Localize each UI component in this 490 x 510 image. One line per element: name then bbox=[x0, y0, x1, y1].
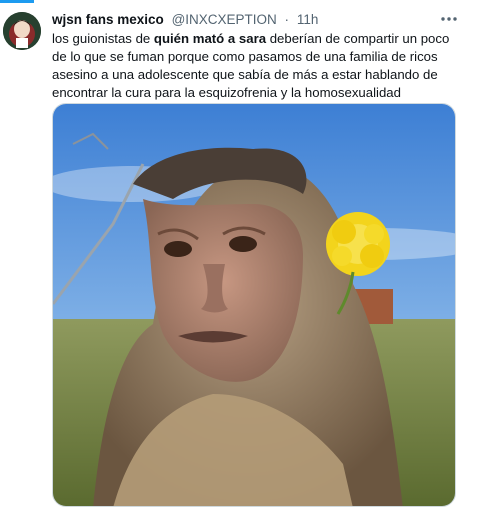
more-options-button[interactable] bbox=[436, 8, 462, 30]
tweet-text: los guionistas de quién mató a sara debe… bbox=[52, 30, 467, 102]
tweet-header: wjsn fans mexico @INXCXEPTION · 11h bbox=[52, 11, 452, 29]
tweet-page: wjsn fans mexico @INXCXEPTION · 11h los … bbox=[0, 0, 490, 510]
top-accent-bar bbox=[0, 0, 34, 3]
author-name[interactable]: wjsn fans mexico bbox=[52, 12, 164, 27]
avatar[interactable] bbox=[3, 12, 41, 50]
tweet-text-bold: quién mató a sara bbox=[153, 31, 267, 46]
tweet-text-part: los guionistas de bbox=[52, 31, 154, 46]
tweet-timestamp[interactable]: 11h bbox=[297, 12, 319, 27]
header-separator: · bbox=[284, 12, 290, 27]
author-handle[interactable]: @INXCXEPTION bbox=[172, 12, 277, 27]
tweet-photo[interactable] bbox=[52, 103, 456, 507]
more-horizontal-icon bbox=[441, 17, 457, 21]
